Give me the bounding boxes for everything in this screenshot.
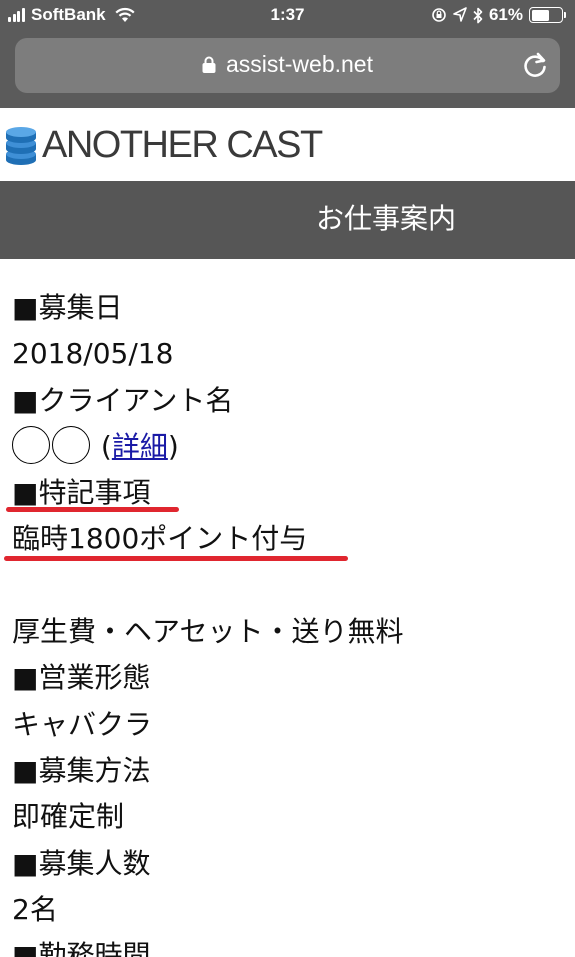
page-title: お仕事案内 xyxy=(316,202,457,235)
address-bar[interactable]: assist-web.net xyxy=(15,38,560,93)
highlight-underline xyxy=(4,556,348,561)
business-type-label: ■営業形態 xyxy=(12,661,151,695)
close-paren: ) xyxy=(167,429,179,463)
battery-percent: 61% xyxy=(488,5,523,24)
status-bar: SoftBank 1:37 61% xyxy=(0,0,575,32)
nav-bar: お仕事案内 xyxy=(0,181,575,259)
battery-icon xyxy=(529,7,566,23)
recruit-method-value: 即確定制 xyxy=(12,800,125,834)
client-detail-link[interactable]: 詳細 xyxy=(112,430,168,463)
recruit-method-label: ■募集方法 xyxy=(12,753,151,787)
circle-mark xyxy=(52,425,90,464)
open-paren: ( xyxy=(100,429,112,463)
client-label: ■クライアント名 xyxy=(12,383,234,417)
work-hours-label: ■勤務時間 xyxy=(12,939,151,957)
lock-icon xyxy=(202,56,216,73)
url-text: assist-web.net xyxy=(225,51,373,77)
battery-level-fill xyxy=(531,9,550,21)
highlight-underline xyxy=(6,507,179,512)
recruit-date-label: ■募集日 xyxy=(12,291,123,324)
browser-chrome: SoftBank 1:37 61% assist-web.net xyxy=(0,0,575,108)
client-row: (詳細) xyxy=(12,424,567,470)
location-icon xyxy=(453,7,467,22)
job-details: ■募集日 2018/05/18 ■クライアント名 (詳細) ■特記事項 臨時18… xyxy=(12,285,567,957)
bluetooth-icon xyxy=(473,7,483,23)
recruit-count-value: 2名 xyxy=(12,892,58,926)
recruit-count-label: ■募集人数 xyxy=(12,846,151,880)
site-logo[interactable]: ANOTHER CAST xyxy=(42,124,323,166)
reload-icon[interactable] xyxy=(522,51,548,79)
notes-line-2: 厚生費・ヘアセット・送り無料 xyxy=(12,615,404,649)
site-header: ANOTHER CAST xyxy=(0,108,575,181)
database-logo-icon[interactable] xyxy=(4,124,38,166)
recruit-date-value: 2018/05/18 xyxy=(12,337,174,371)
business-type-value: キャバクラ xyxy=(12,707,153,741)
circle-mark xyxy=(12,425,50,464)
client-name-masked xyxy=(12,424,92,470)
orientation-lock-icon xyxy=(432,8,446,22)
